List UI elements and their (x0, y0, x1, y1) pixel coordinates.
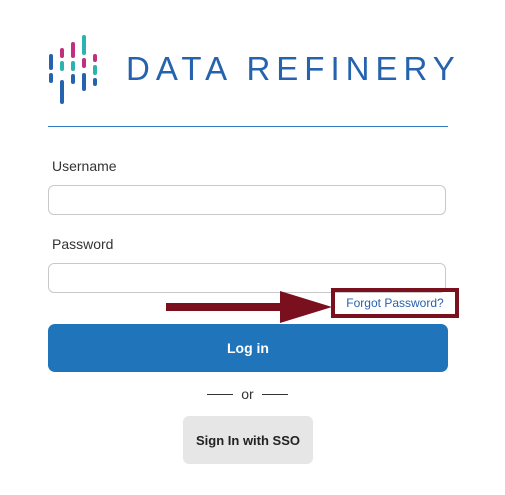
right-arrow-icon (166, 291, 332, 323)
or-text: or (241, 386, 254, 402)
or-line-right (261, 393, 288, 395)
login-button[interactable]: Log in (48, 324, 448, 372)
password-label: Password (52, 236, 114, 252)
brand-name: DATA REFINERY (126, 50, 461, 87)
sso-button[interactable]: Sign In with SSO (183, 416, 313, 464)
header-divider (48, 126, 448, 127)
username-label: Username (52, 158, 117, 174)
bar-pattern-logo-icon (49, 35, 97, 104)
brand-logo: DATA REFINERY (48, 32, 455, 106)
or-line-left (207, 393, 234, 395)
forgot-password-link[interactable]: Forgot Password? (346, 296, 443, 310)
login-page: DATA REFINERY Username Password Forgot P… (0, 0, 505, 495)
or-separator: or (0, 386, 495, 402)
forgot-password-highlight: Forgot Password? (331, 288, 459, 318)
username-input[interactable] (48, 185, 446, 215)
